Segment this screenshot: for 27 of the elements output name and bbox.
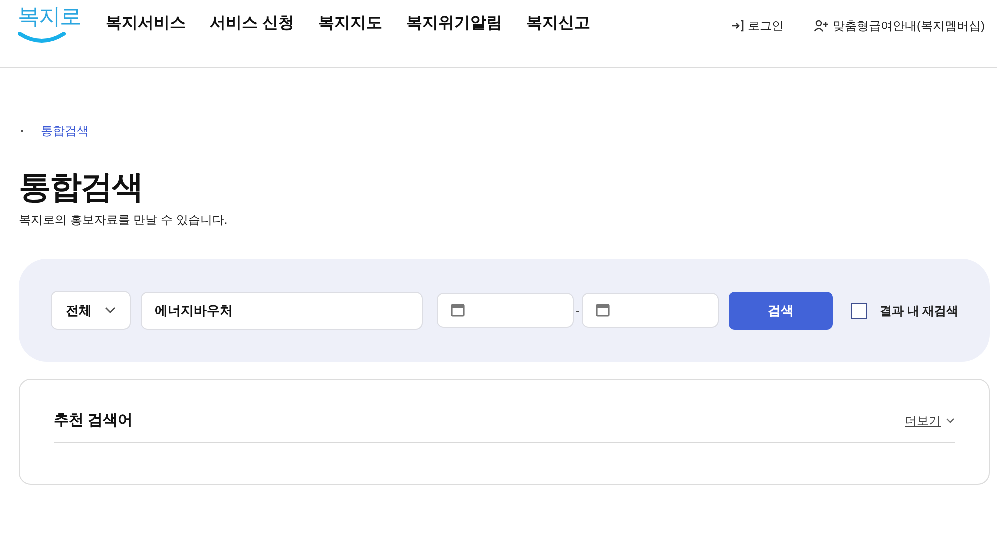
nav-link[interactable]: 복지지도 <box>318 12 382 36</box>
checkbox[interactable] <box>851 302 867 318</box>
calendar-icon <box>596 304 610 317</box>
page-title: 통합검색 <box>19 168 144 207</box>
nav-link[interactable]: 복지위기알림 <box>406 12 502 36</box>
end-date-field[interactable] <box>582 293 719 328</box>
membership-link[interactable]: 맞춤형급여안내(복지멤버십) <box>814 17 985 35</box>
page-subtitle: 복지로의 홍보자료를 만날 수 있습니다. <box>19 212 229 229</box>
sign-in-icon <box>731 20 744 32</box>
start-date-field[interactable] <box>437 293 574 328</box>
checkbox-label: 결과 내 재검색 <box>880 302 959 320</box>
chevron-down-icon <box>105 307 116 314</box>
smile-logo-icon <box>18 32 66 44</box>
breadcrumb-link[interactable]: 통합검색 <box>41 122 89 140</box>
chevron-down-icon <box>946 418 955 424</box>
login-link[interactable]: 로그인 <box>731 17 784 35</box>
nav-link[interactable]: 복지신고 <box>526 12 590 36</box>
nav-link[interactable]: 서비스 신청 <box>210 12 294 36</box>
search-button[interactable]: 검색 <box>729 292 833 330</box>
more-link[interactable]: 더보기 <box>905 412 955 430</box>
calendar-icon <box>451 304 465 317</box>
section-title: 추천 검색어 <box>54 411 134 431</box>
add-user-icon <box>814 20 829 32</box>
category-select[interactable]: 전체 <box>51 291 131 330</box>
date-separator: - <box>576 302 580 320</box>
nav-link[interactable]: 복지서비스 <box>106 12 186 36</box>
search-field[interactable]: 에너지바우처 <box>141 292 423 330</box>
